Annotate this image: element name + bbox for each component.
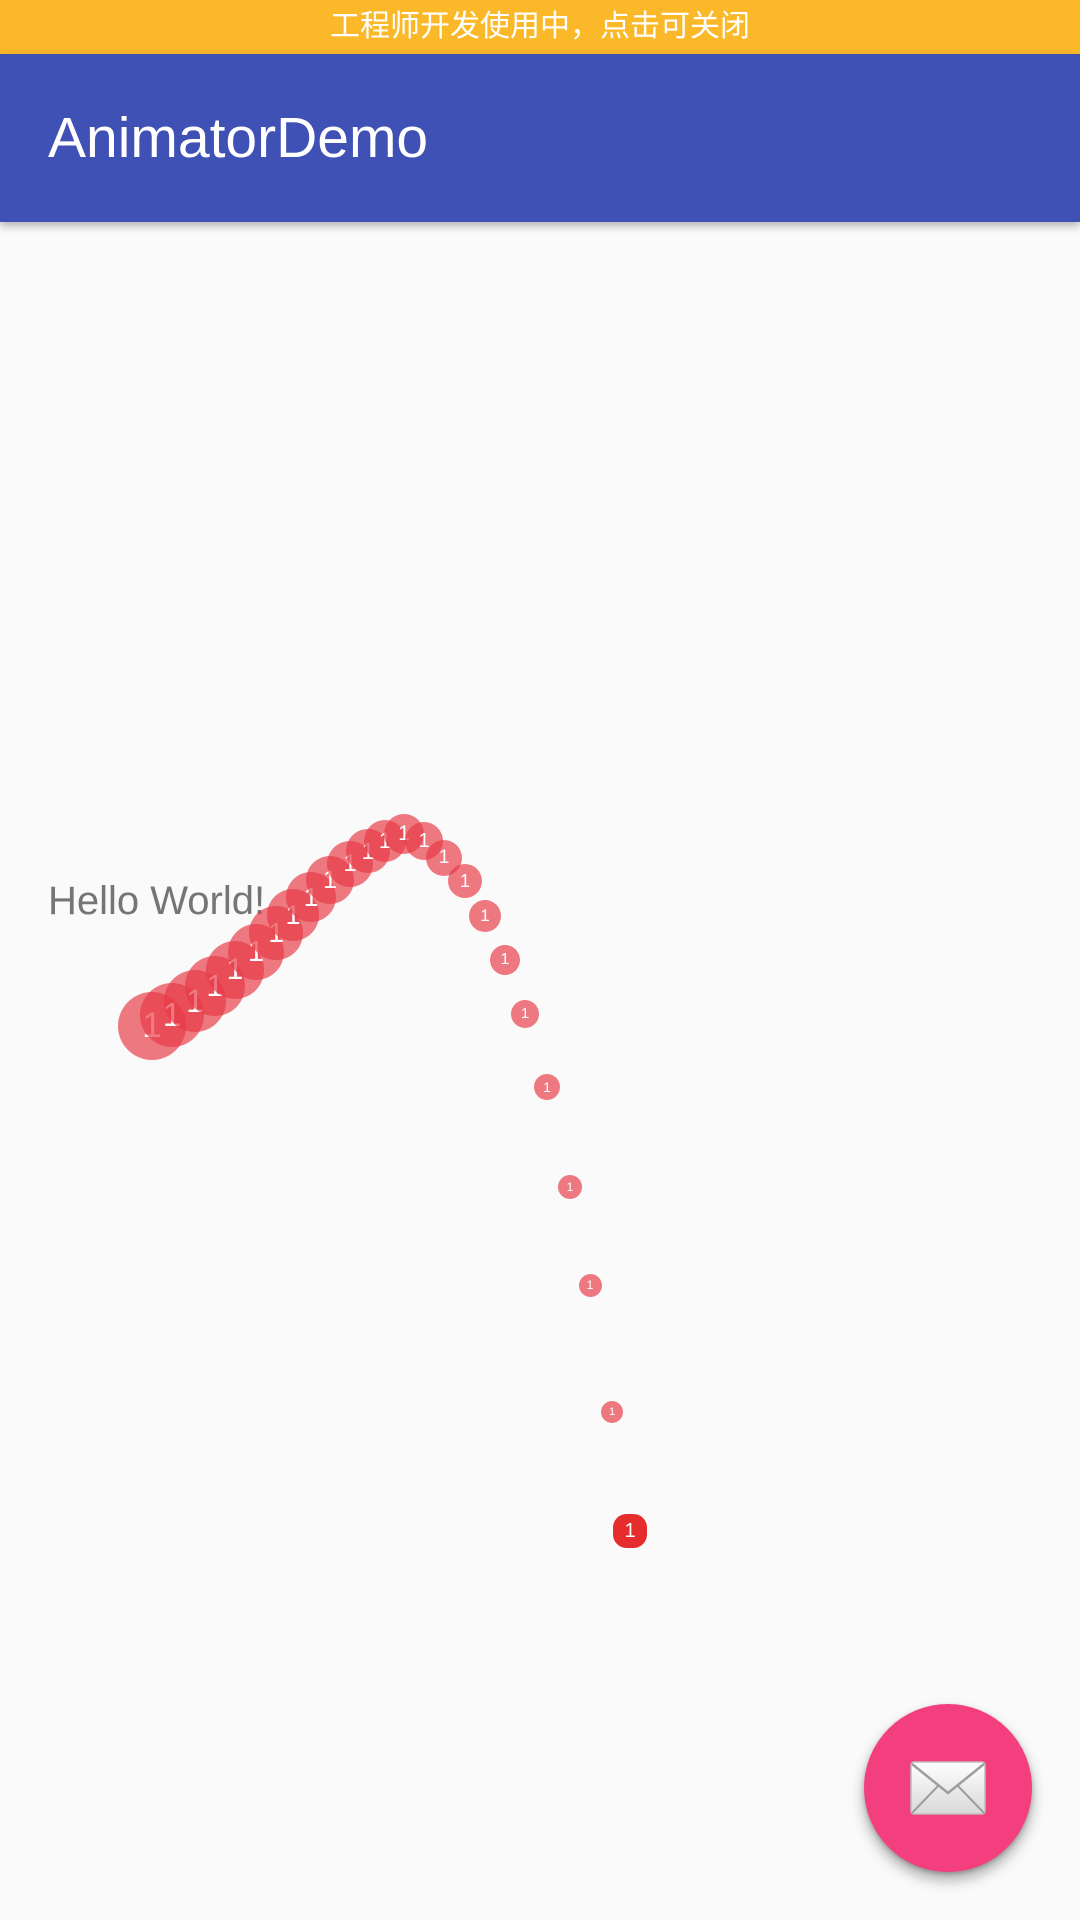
trail-badge: 1 bbox=[448, 864, 482, 898]
hello-world-text: Hello World! bbox=[48, 879, 266, 923]
trail-badge: 1 bbox=[578, 1273, 602, 1297]
trail-badge: 1 bbox=[511, 1000, 539, 1028]
main-content: Hello World! 1111111111111111111111111 bbox=[0, 222, 1080, 1920]
trail-badge: 1 bbox=[558, 1175, 582, 1199]
app-screen: 工程师开发使用中，点击可关闭 AnimatorDemo Hello World!… bbox=[0, 0, 1080, 1920]
mail-icon bbox=[910, 1761, 986, 1815]
app-title: AnimatorDemo bbox=[48, 106, 429, 170]
trail-badge: 1 bbox=[469, 900, 501, 932]
current-badge: 1 bbox=[613, 1514, 647, 1548]
developer-mode-banner[interactable]: 工程师开发使用中，点击可关闭 bbox=[0, 0, 1080, 54]
app-toolbar: AnimatorDemo bbox=[0, 54, 1080, 222]
trail-badge: 1 bbox=[490, 945, 520, 975]
mail-fab-button[interactable] bbox=[864, 1704, 1032, 1872]
trail-badge: 1 bbox=[601, 1401, 623, 1423]
trail-badge: 1 bbox=[534, 1074, 560, 1100]
